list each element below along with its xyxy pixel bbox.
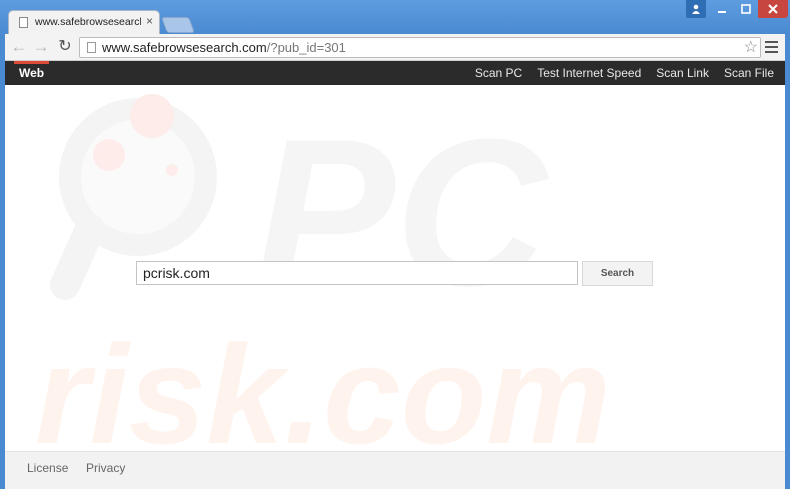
page-icon	[87, 42, 96, 53]
web-tab[interactable]: Web	[14, 61, 50, 85]
nav-link-scan-file[interactable]: Scan File	[724, 66, 774, 80]
reload-icon[interactable]: ↻	[55, 37, 75, 57]
bookmark-star-icon[interactable]: ☆	[744, 37, 758, 57]
url-text: www.safebrowsesearch.com/?pub_id=301	[102, 40, 346, 55]
search-button[interactable]: Search	[582, 261, 653, 286]
nav-link-test-internet-speed[interactable]: Test Internet Speed	[537, 66, 641, 80]
page-icon	[19, 17, 28, 28]
browser-toolbar: ← → ↻ www.safebrowsesearch.com/?pub_id=3…	[5, 34, 785, 61]
browser-window: www.safebrowsesearch.co × ← → ↻ www.safe…	[0, 0, 790, 489]
nav-link-scan-pc[interactable]: Scan PC	[475, 66, 522, 80]
close-window-icon[interactable]	[758, 0, 788, 18]
address-bar[interactable]: www.safebrowsesearch.com/?pub_id=301 ☆	[79, 37, 761, 58]
footer: License Privacy	[5, 451, 785, 489]
tab-close-icon[interactable]: ×	[146, 14, 153, 28]
nav-link-scan-link[interactable]: Scan Link	[656, 66, 709, 80]
new-tab-button[interactable]	[161, 17, 195, 33]
menu-icon[interactable]	[765, 41, 778, 53]
watermark-text: risk.com	[35, 316, 611, 451]
user-profile-icon[interactable]	[686, 0, 706, 18]
web-page: PC risk.com Web Scan PC Test Internet Sp…	[5, 61, 785, 489]
url-host: www.safebrowsesearch.com	[102, 40, 267, 55]
svg-text:PC: PC	[255, 95, 550, 330]
url-query: /?pub_id=301	[266, 40, 346, 55]
search-input[interactable]: pcrisk.com	[136, 261, 578, 285]
top-navigation-bar: Web Scan PC Test Internet Speed Scan Lin…	[5, 61, 785, 85]
minimize-icon[interactable]	[709, 0, 734, 18]
nav-links: Scan PC Test Internet Speed Scan Link Sc…	[475, 61, 774, 85]
tab-title: www.safebrowsesearch.co	[35, 16, 141, 28]
maximize-icon[interactable]	[734, 0, 758, 18]
browser-tab[interactable]: www.safebrowsesearch.co ×	[8, 10, 160, 34]
footer-link-license[interactable]: License	[27, 461, 68, 475]
footer-link-privacy[interactable]: Privacy	[86, 461, 125, 475]
back-arrow-icon[interactable]: ←	[9, 37, 29, 57]
title-bar: www.safebrowsesearch.co ×	[0, 0, 790, 34]
forward-arrow-icon[interactable]: →	[31, 37, 51, 57]
